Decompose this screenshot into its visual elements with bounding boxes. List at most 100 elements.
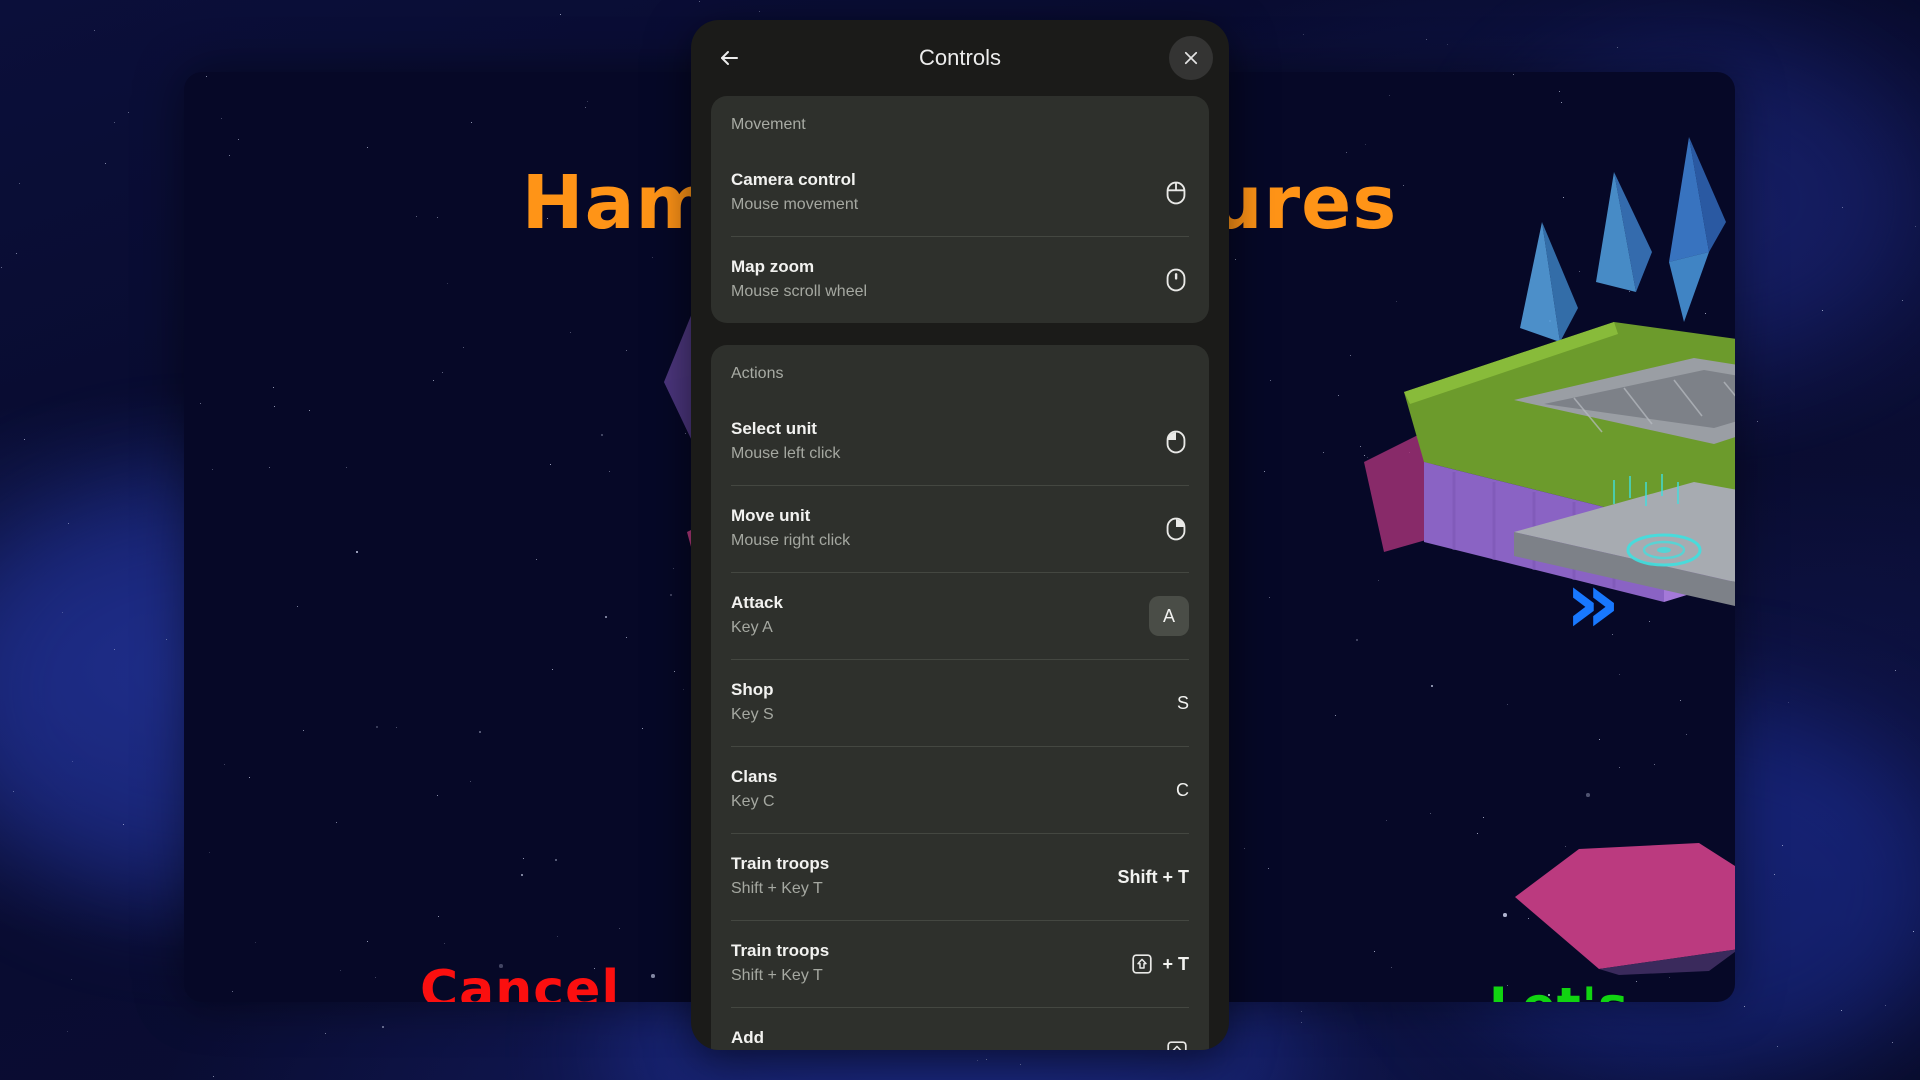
advance-chevrons-icon: »: [1565, 553, 1621, 653]
star: [470, 781, 472, 783]
star: [1477, 833, 1479, 835]
star: [105, 163, 107, 165]
control-binding: Shift + Key T: [731, 967, 823, 985]
star: [444, 943, 446, 945]
star: [94, 30, 96, 32]
star: [269, 467, 271, 469]
star: [1885, 1005, 1887, 1007]
key-label: C: [1176, 779, 1189, 800]
star: [570, 332, 572, 334]
control-row[interactable]: Move unit Mouse right click: [731, 485, 1189, 572]
star: [325, 1033, 327, 1035]
star: [759, 11, 761, 13]
star: [1841, 1010, 1843, 1012]
star: [433, 380, 435, 382]
star: [238, 139, 240, 141]
back-button[interactable]: [707, 36, 751, 80]
control-accessory: [1149, 180, 1189, 206]
control-name: Select unit: [731, 419, 817, 439]
control-accessory: [1149, 516, 1189, 542]
star: [249, 777, 251, 779]
star: [1346, 152, 1348, 154]
star: [1757, 421, 1759, 423]
cancel-button[interactable]: Cancel: [420, 960, 620, 1002]
control-binding: Key A: [731, 619, 773, 637]
star: [1842, 207, 1844, 209]
star: [128, 112, 130, 114]
key-combo-label: Shift + T: [1117, 866, 1190, 887]
star: [71, 979, 73, 981]
control-name: Map zoom: [731, 257, 815, 277]
star: [232, 991, 234, 993]
star: [200, 403, 202, 405]
star: [340, 970, 342, 972]
control-row[interactable]: Attack Key A A: [731, 572, 1189, 659]
lets-roll-button[interactable]: Let's Roll!: [1489, 977, 1735, 1002]
control-row[interactable]: Clans Key C C: [731, 746, 1189, 833]
control-row[interactable]: Select unit Mouse left click: [731, 399, 1189, 485]
star: [62, 612, 64, 614]
star: [229, 155, 231, 157]
star: [1391, 967, 1393, 969]
star: [1, 267, 3, 269]
control-row-text: Camera control Mouse movement: [731, 169, 1135, 216]
control-name: Move unit: [731, 506, 811, 526]
control-row[interactable]: Map zoom Mouse scroll wheel: [731, 236, 1189, 323]
dialog-header: Controls: [691, 20, 1229, 96]
control-row[interactable]: Train troops Shift + Key T + T: [731, 920, 1189, 1007]
star: [1270, 380, 1272, 382]
control-row[interactable]: Train troops Shift + Key T Shift + T: [731, 833, 1189, 920]
star: [1913, 931, 1915, 933]
star: [1915, 226, 1917, 228]
controls-section: Actions Select unit Mouse left click Move u…: [711, 345, 1209, 1050]
star: [1268, 868, 1270, 870]
star: [1389, 95, 1391, 97]
star: [1895, 670, 1897, 672]
control-name: Attack: [731, 593, 783, 613]
star: [1264, 471, 1266, 473]
star: [536, 559, 538, 561]
dialog-title: Controls: [919, 45, 1001, 70]
mouse-left-click-icon: [1166, 430, 1186, 454]
star: [673, 568, 675, 570]
star: [479, 731, 482, 734]
star: [986, 1059, 988, 1061]
shift-key-icon: [1132, 954, 1153, 974]
star: [619, 928, 621, 930]
star: [1020, 1064, 1022, 1066]
close-button[interactable]: [1169, 36, 1213, 80]
star: [447, 283, 449, 285]
star: [1360, 446, 1362, 448]
star: [552, 669, 554, 671]
control-accessory: A: [1149, 596, 1189, 636]
screen: Hammer Adventures » Cancel Let's Roll! C…: [0, 0, 1920, 1080]
star: [1777, 1046, 1779, 1048]
star: [1744, 1006, 1746, 1008]
control-row[interactable]: Shop Key S S: [731, 659, 1189, 746]
star: [1559, 91, 1561, 93]
star: [13, 791, 15, 793]
star: [221, 118, 223, 120]
control-accessory: [1149, 267, 1189, 293]
key-combo-label: + T: [1162, 953, 1189, 974]
star: [375, 977, 377, 979]
control-name: Shop: [731, 680, 774, 700]
control-binding: Mouse left click: [731, 445, 841, 463]
control-row-text: Train troops Shift + Key T: [731, 853, 1104, 900]
star: [1244, 848, 1246, 850]
star: [255, 942, 257, 944]
star: [1447, 44, 1449, 46]
control-row[interactable]: Camera control Mouse movement: [731, 150, 1189, 236]
control-accessory: [1149, 429, 1189, 455]
star: [587, 101, 589, 103]
star: [1430, 813, 1432, 815]
star: [1788, 702, 1790, 704]
star: [652, 257, 654, 259]
control-row[interactable]: AddKey Shift: [731, 1007, 1189, 1050]
star: [303, 730, 305, 732]
star: [555, 859, 558, 862]
controls-section: Movement Camera control Mouse movement Map …: [711, 96, 1209, 323]
star: [1822, 310, 1824, 312]
star: [274, 406, 276, 408]
star: [1774, 874, 1776, 876]
